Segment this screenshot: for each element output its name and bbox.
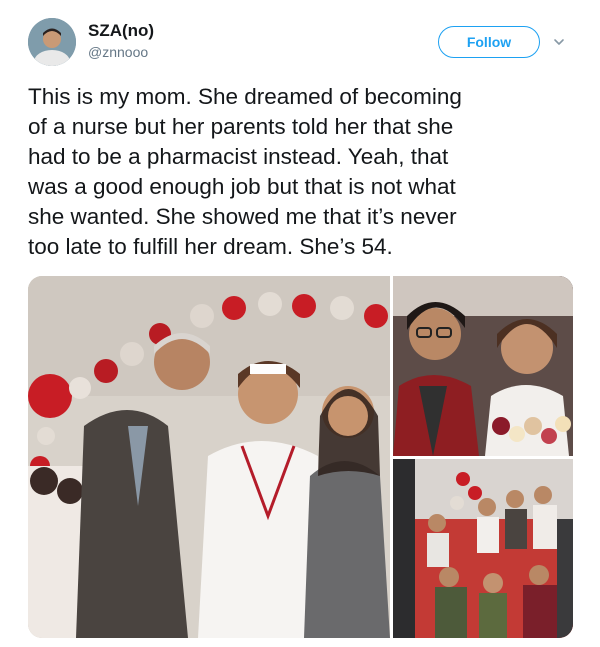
display-name[interactable]: SZA(no) xyxy=(88,21,154,41)
tweet-text-line: she wanted. She showed me that it’s neve… xyxy=(28,204,457,229)
photo-group[interactable] xyxy=(393,459,573,638)
tweet-text: This is my mom. She dreamed of becoming … xyxy=(28,82,578,262)
follow-button[interactable]: Follow xyxy=(438,26,540,58)
photo-selfie-image xyxy=(393,276,573,456)
avatar-image xyxy=(28,18,76,66)
tweet-text-line: had to be a pharmacist instead. Yeah, th… xyxy=(28,144,449,169)
photo-selfie[interactable] xyxy=(393,276,573,456)
tweet-text-line: was a good enough job but that is not wh… xyxy=(28,174,456,199)
avatar[interactable] xyxy=(28,18,76,66)
photo-family-graduation-image xyxy=(28,276,390,638)
tweet-text-line: of a nurse but her parents told her that… xyxy=(28,114,454,139)
photo-family-graduation[interactable] xyxy=(28,276,390,638)
chevron-down-icon[interactable] xyxy=(552,35,566,49)
tweet-card: SZA(no) @znnooo Follow This is my mom. S… xyxy=(0,0,600,647)
user-handle[interactable]: @znnooo xyxy=(88,44,148,60)
tweet-text-line: too late to fulfill her dream. She’s 54. xyxy=(28,234,393,259)
tweet-text-line: This is my mom. She dreamed of becoming xyxy=(28,84,462,109)
media-grid xyxy=(28,276,573,638)
photo-group-image xyxy=(393,459,573,638)
